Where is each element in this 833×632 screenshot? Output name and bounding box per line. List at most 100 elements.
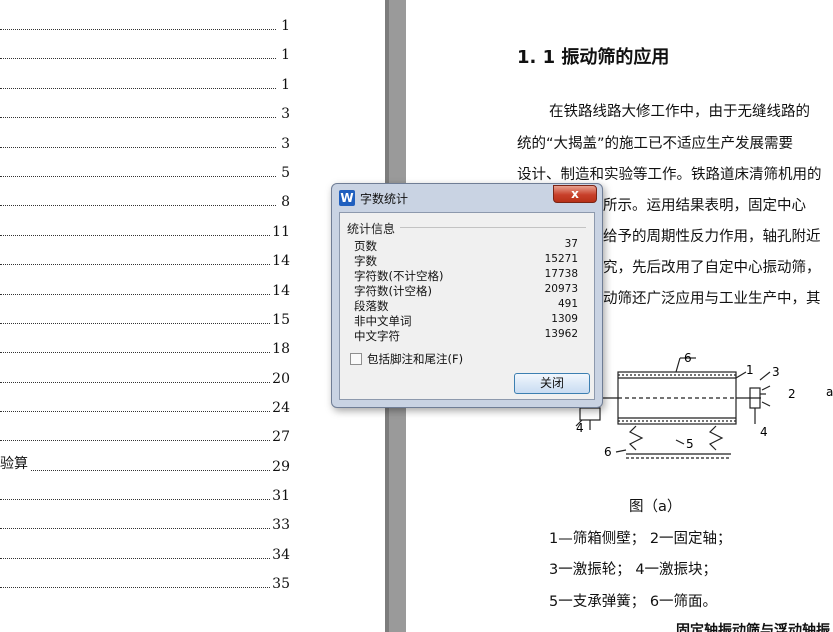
toc-page-number: 20 [270,371,290,387]
toc-row[interactable]: 24 [0,396,290,416]
toc-row[interactable]: 11 [0,220,290,240]
toc-page-number: 31 [270,488,290,504]
toc-page-number: 14 [270,283,290,299]
toc-row[interactable]: 3 [0,102,290,122]
stat-name: 字数 [354,254,377,268]
figure-label: 4 [760,425,768,439]
figure-label: 5 [686,437,694,451]
toc-leader [0,264,276,265]
dialog-title: 字数统计 [360,192,409,206]
toc-leader [0,470,276,471]
stat-name: 非中文单词 [354,314,412,328]
toc-page-number: 3 [279,106,290,122]
toc-leader [0,176,276,177]
figure-label: a [826,385,833,399]
stat-row-chars-with-spaces: 字符数(计空格) 20973 [354,283,584,298]
stat-value: 491 [557,298,578,310]
toc-page: 1 1 1 3 3 5 8 11 14 14 15 18 20 24 27 验算… [0,0,385,632]
toc-page-number: 34 [270,547,290,563]
toc-leader [0,587,276,588]
figure-label: 6 [684,351,692,365]
stat-value: 20973 [544,283,578,295]
close-x-button[interactable]: x [553,185,597,203]
figure-legend-line: 5一支承弹簧； 6一筛面。 [549,594,718,610]
toc-leader [0,235,276,236]
toc-page-number: 1 [279,47,290,63]
body-text-line: 设计、制造和实验等工作。铁路道床清筛机用的 [517,167,822,183]
toc-page-number: 8 [279,194,290,210]
toc-row[interactable]: 1 [0,14,290,34]
word-count-dialog: W 字数统计 x 统计信息 页数 37 字数 15271 字符数(不计空格) 1773… [331,183,603,408]
body-text-line: 动筛还广泛应用与工业生产中，其 [603,291,821,307]
toc-row[interactable]: 27 [0,425,290,445]
toc-row[interactable]: 33 [0,513,290,533]
toc-row[interactable]: 14 [0,249,290,269]
figure-label: 1 [746,363,754,377]
toc-page-number: 14 [270,253,290,269]
stat-name: 中文字符 [354,329,400,343]
next-heading-partial: 固定轴振动筛与浮动轴振 [676,623,830,632]
toc-page-number: 15 [270,312,290,328]
toc-leader [0,117,276,118]
toc-leader [0,411,276,412]
stat-value: 37 [564,238,578,250]
toc-row[interactable]: 1 [0,73,290,93]
toc-leader [0,147,276,148]
stats-group-label: 统计信息 [347,220,400,237]
body-text-line: 所示。运用结果表明，固定中心 [603,198,806,214]
toc-leader [0,382,276,383]
body-text-line: 给予的周期性反力作用，轴孔附近 [603,229,821,245]
dialog-titlebar[interactable]: W 字数统计 x [332,184,602,212]
close-button[interactable]: 关闭 [514,373,590,394]
toc-row[interactable]: 35 [0,572,290,592]
toc-row[interactable]: 14 [0,279,290,299]
toc-page-number: 3 [279,136,290,152]
stat-value: 13962 [544,328,578,340]
toc-page-number: 27 [270,429,290,445]
figure-legend-line: 1—筛箱侧壁； 2一固定轴； [549,531,732,547]
toc-leader [0,499,276,500]
stat-row-paragraphs: 段落数 491 [354,298,584,313]
toc-leader [0,58,276,59]
stat-name: 字符数(计空格) [354,284,432,298]
toc-page-number: 1 [279,77,290,93]
toc-row[interactable]: 5 [0,161,290,181]
toc-row[interactable]: 1 [0,43,290,63]
toc-page-number: 29 [270,459,290,475]
stat-row-pages: 页数 37 [354,238,584,253]
toc-leader [0,323,276,324]
group-divider [400,227,586,228]
toc-row[interactable]: 验算 29 [0,453,290,475]
toc-page-number: 24 [270,400,290,416]
body-text-line: 在铁路线路大修工作中，由于无缝线路的 [549,104,810,120]
toc-leader [0,205,276,206]
toc-leader [0,440,276,441]
toc-row[interactable]: 8 [0,190,290,210]
figure-label: 4 [576,421,584,435]
include-footnotes-label[interactable]: 包括脚注和尾注(F) [367,351,463,367]
toc-leader [0,29,276,30]
figure-label: 3 [772,365,780,379]
stat-name: 段落数 [354,299,389,313]
stat-row-chars-no-spaces: 字符数(不计空格) 17738 [354,268,584,283]
stat-row-chinese-chars: 中文字符 13962 [354,328,584,343]
stat-name: 页数 [354,239,377,253]
toc-row[interactable]: 15 [0,308,290,328]
toc-leader [0,352,276,353]
toc-label: 验算 [0,453,30,473]
toc-row[interactable]: 20 [0,367,290,387]
toc-page-number: 18 [270,341,290,357]
toc-row[interactable]: 31 [0,484,290,504]
figure-label: 2 [788,387,796,401]
toc-row[interactable]: 3 [0,132,290,152]
toc-page-number: 5 [279,165,290,181]
include-footnotes-checkbox[interactable] [350,353,362,365]
toc-row[interactable]: 34 [0,543,290,563]
toc-leader [0,88,276,89]
dialog-body: 统计信息 页数 37 字数 15271 字符数(不计空格) 17738 字符数(计空格… [339,212,595,400]
toc-row[interactable]: 18 [0,337,290,357]
figure-label: 6 [604,445,612,459]
wps-writer-icon: W [339,190,355,206]
section-heading: 1. 1 振动筛的应用 [517,47,670,68]
toc-page-number: 35 [270,576,290,592]
